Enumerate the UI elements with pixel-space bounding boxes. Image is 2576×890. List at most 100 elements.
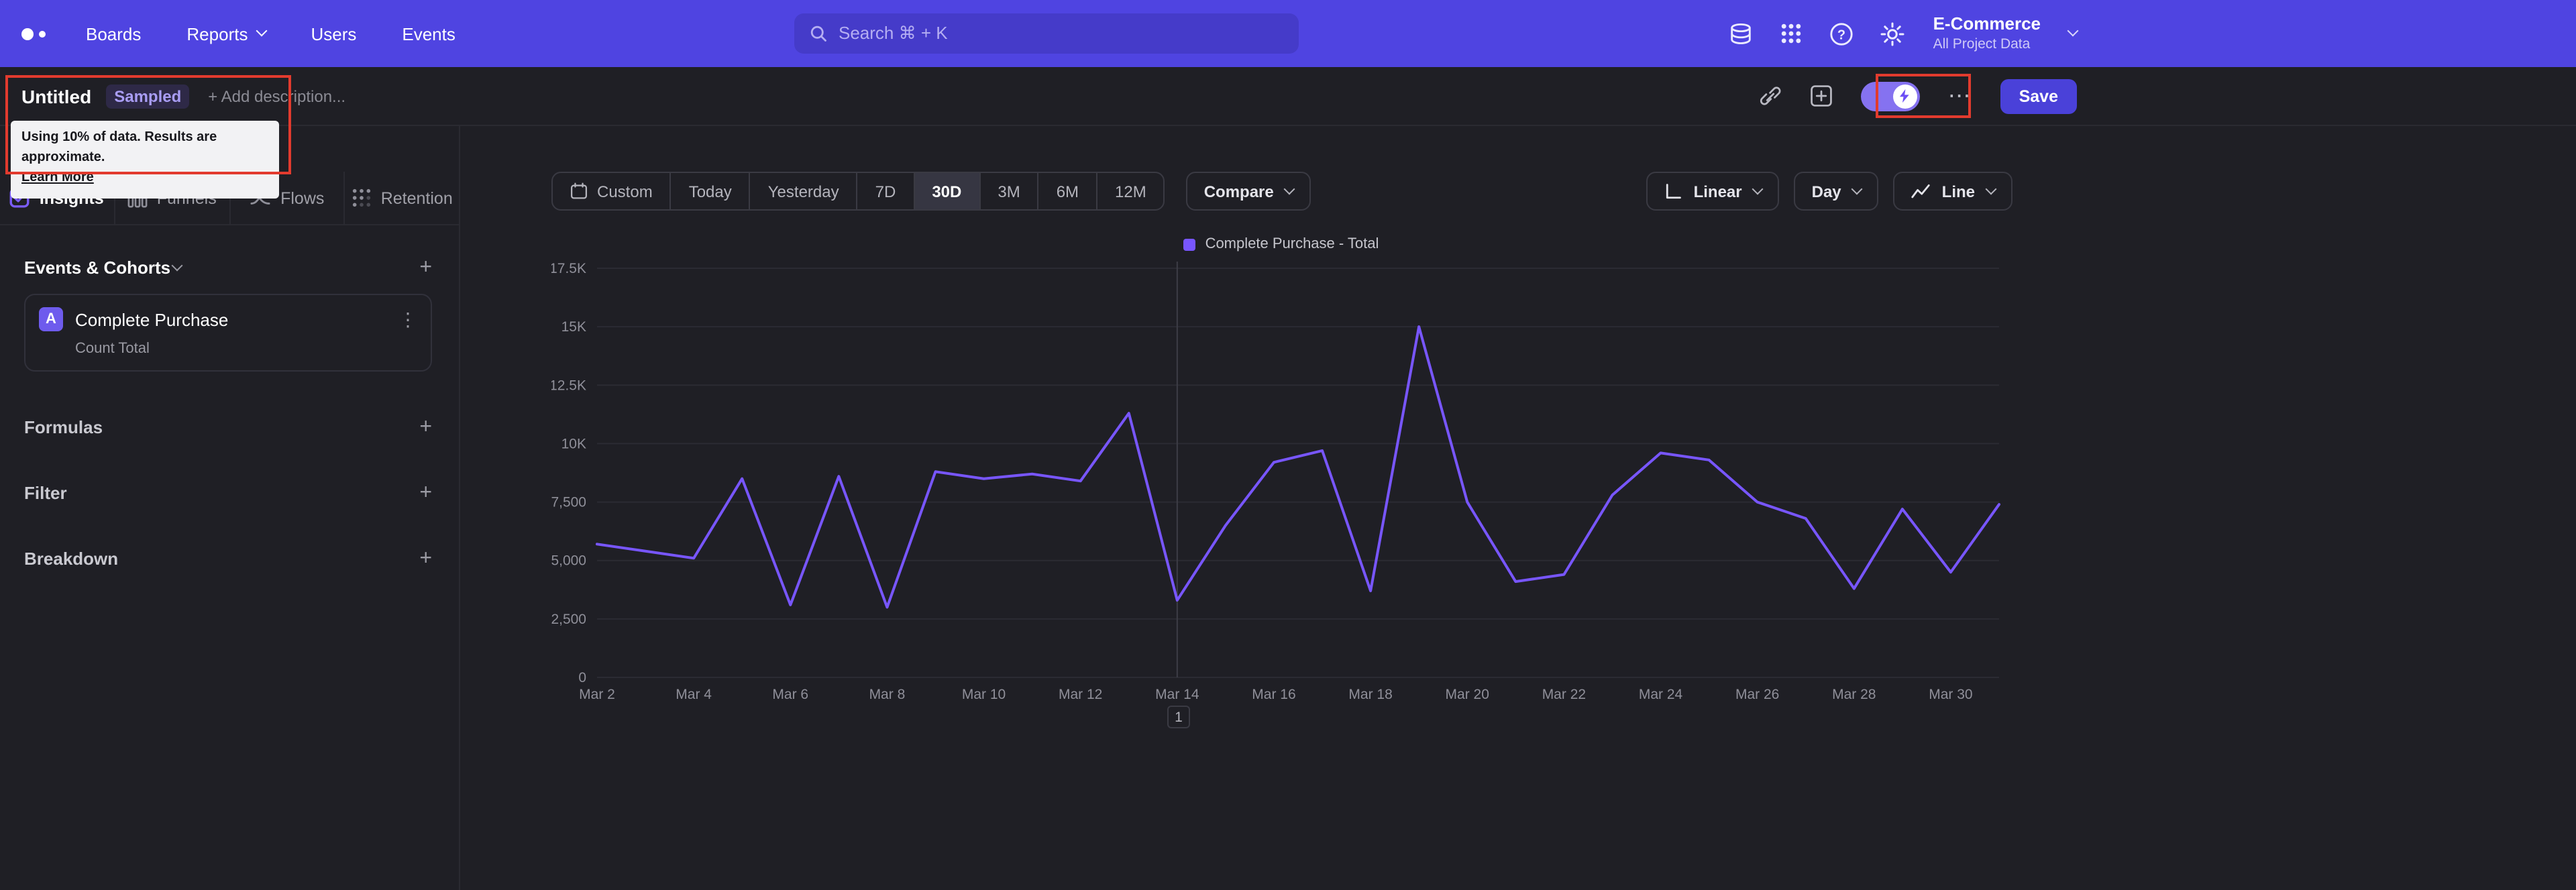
- filter-label: Filter: [24, 483, 67, 503]
- pagination-page-1[interactable]: 1: [1167, 706, 1190, 728]
- svg-text:2,500: 2,500: [551, 612, 586, 627]
- svg-text:?: ?: [1837, 27, 1845, 42]
- events-cohorts-label: Events & Cohorts: [24, 258, 171, 278]
- range-today[interactable]: Today: [669, 173, 749, 209]
- chart-style-label: Line: [1941, 182, 1975, 201]
- svg-text:Mar 28: Mar 28: [1832, 687, 1876, 702]
- formulas-section: Formulas +: [24, 416, 432, 437]
- search-icon: [810, 25, 826, 42]
- nav-boards[interactable]: Boards: [86, 23, 141, 44]
- formulas-label: Formulas: [24, 417, 103, 437]
- help-icon[interactable]: ?: [1829, 21, 1854, 46]
- svg-text:Mar 6: Mar 6: [772, 687, 808, 702]
- granularity-selector[interactable]: Day: [1794, 172, 1879, 211]
- mixpanel-app: Boards Reports Users Events Search ⌘ + K: [0, 0, 2576, 890]
- event-metric-selector[interactable]: Count Total: [39, 341, 417, 357]
- svg-text:10K: 10K: [561, 436, 586, 451]
- nav-events[interactable]: Events: [402, 23, 455, 44]
- learn-more-link[interactable]: Learn More: [21, 169, 94, 188]
- range-6m[interactable]: 6M: [1037, 173, 1096, 209]
- range-12m[interactable]: 12M: [1096, 173, 1164, 209]
- sampling-toggle[interactable]: [1860, 81, 1920, 111]
- tab-flows-label: Flows: [280, 188, 325, 207]
- svg-text:12.5K: 12.5K: [551, 378, 586, 393]
- svg-text:Mar 24: Mar 24: [1639, 687, 1683, 702]
- search-input[interactable]: Search ⌘ + K: [794, 13, 1299, 54]
- top-nav: Boards Reports Users Events Search ⌘ + K: [0, 0, 2576, 67]
- settings-gear-icon[interactable]: [1880, 21, 1905, 46]
- legend-swatch: [1183, 238, 1196, 250]
- svg-text:Mar 20: Mar 20: [1446, 687, 1489, 702]
- chart-main-area: Custom Today Yesterday 7D 30D 3M 6M 12M …: [460, 126, 2576, 890]
- calendar-icon: [570, 182, 588, 199]
- lightning-bolt-icon: [1900, 89, 1910, 103]
- scale-selector[interactable]: Linear: [1646, 172, 1780, 211]
- query-builder-sidebar: Insights Funnels Flows Retention Events …: [0, 126, 460, 890]
- add-to-board-icon[interactable]: [1810, 85, 1833, 107]
- chart-container: Complete Purchase - Total 0 2,500 5,000 7,5…: [551, 236, 2011, 728]
- save-button[interactable]: Save: [2000, 78, 2077, 113]
- svg-text:7,500: 7,500: [551, 495, 586, 510]
- add-description-field[interactable]: + Add description...: [208, 87, 345, 105]
- tab-retention-label: Retention: [380, 188, 453, 207]
- legend-label: Complete Purchase - Total: [1205, 236, 1379, 252]
- scale-label: Linear: [1693, 182, 1742, 201]
- svg-text:Mar 22: Mar 22: [1542, 687, 1586, 702]
- range-custom[interactable]: Custom: [553, 173, 670, 209]
- compare-label: Compare: [1203, 182, 1274, 201]
- link-icon[interactable]: [1759, 85, 1782, 107]
- chevron-down-icon: [1985, 182, 1997, 194]
- project-name: E-Commerce: [1933, 13, 2041, 34]
- svg-text:Mar 30: Mar 30: [1929, 687, 1972, 702]
- chart-style-selector[interactable]: Line: [1893, 172, 2012, 211]
- report-title[interactable]: Untitled: [21, 85, 91, 107]
- range-3m[interactable]: 3M: [979, 173, 1037, 209]
- chart-controls: Custom Today Yesterday 7D 30D 3M 6M 12M …: [460, 172, 2576, 211]
- linear-axes-icon: [1666, 183, 1682, 199]
- content-area: Insights Funnels Flows Retention Events …: [0, 126, 2576, 890]
- add-event-button[interactable]: +: [419, 256, 432, 278]
- chevron-down-icon: [1284, 182, 1296, 194]
- sampling-toggle-knob: [1892, 84, 1917, 108]
- chart-legend[interactable]: Complete Purchase - Total: [551, 236, 2011, 252]
- sampling-tooltip: Using 10% of data. Results are approxima…: [11, 121, 279, 198]
- breakdown-section: Breakdown +: [24, 547, 432, 569]
- range-7d[interactable]: 7D: [856, 173, 914, 209]
- chevron-down-icon: [1752, 182, 1764, 194]
- sampled-badge[interactable]: Sampled: [106, 84, 190, 108]
- date-controls: Custom Today Yesterday 7D 30D 3M 6M 12M …: [551, 172, 1311, 211]
- add-breakdown-button[interactable]: +: [419, 547, 432, 569]
- tab-retention[interactable]: Retention: [345, 172, 460, 224]
- mixpanel-logo-icon[interactable]: [21, 27, 46, 40]
- events-cohorts-chevron-icon[interactable]: [171, 259, 183, 271]
- svg-text:5,000: 5,000: [551, 553, 586, 569]
- svg-text:Mar 16: Mar 16: [1252, 687, 1295, 702]
- event-badge-a: A: [39, 307, 63, 331]
- range-30d[interactable]: 30D: [913, 173, 979, 209]
- search-placeholder: Search ⌘ + K: [839, 23, 948, 43]
- add-filter-button[interactable]: +: [419, 482, 432, 503]
- svg-text:Mar 2: Mar 2: [579, 687, 615, 702]
- nav-users[interactable]: Users: [311, 23, 356, 44]
- event-card-complete-purchase[interactable]: A Complete Purchase ⋮ Count Total: [24, 294, 432, 372]
- svg-text:Mar 8: Mar 8: [869, 687, 906, 702]
- event-kebab-menu-icon[interactable]: ⋮: [398, 308, 417, 331]
- event-name[interactable]: Complete Purchase: [75, 309, 228, 329]
- svg-text:Mar 10: Mar 10: [962, 687, 1006, 702]
- data-connections-icon[interactable]: [1728, 21, 1754, 46]
- chart-display-controls: Linear Day Line: [1646, 172, 2012, 211]
- compare-button[interactable]: Compare: [1186, 172, 1311, 211]
- svg-text:Mar 4: Mar 4: [676, 687, 712, 702]
- apps-grid-icon[interactable]: [1779, 21, 1803, 46]
- range-yesterday[interactable]: Yesterday: [749, 173, 857, 209]
- svg-text:Mar 12: Mar 12: [1059, 687, 1102, 702]
- line-chart[interactable]: 0 2,500 5,000 7,500 10K 12.5K 15K 17.5K Mar 2 Mar…: [551, 260, 2011, 703]
- more-options-icon[interactable]: ⋯: [1948, 84, 1972, 107]
- project-selector[interactable]: E-Commerce All Project Data: [1933, 14, 2041, 54]
- add-formula-button[interactable]: +: [419, 416, 432, 437]
- nav-reports[interactable]: Reports: [186, 23, 267, 44]
- sampling-tooltip-text: Using 10% of data. Results are approxima…: [21, 130, 217, 164]
- chevron-down-icon: [255, 25, 267, 37]
- events-cohorts-header: Events & Cohorts +: [24, 256, 432, 278]
- project-chevron-down-icon[interactable]: [2067, 25, 2079, 37]
